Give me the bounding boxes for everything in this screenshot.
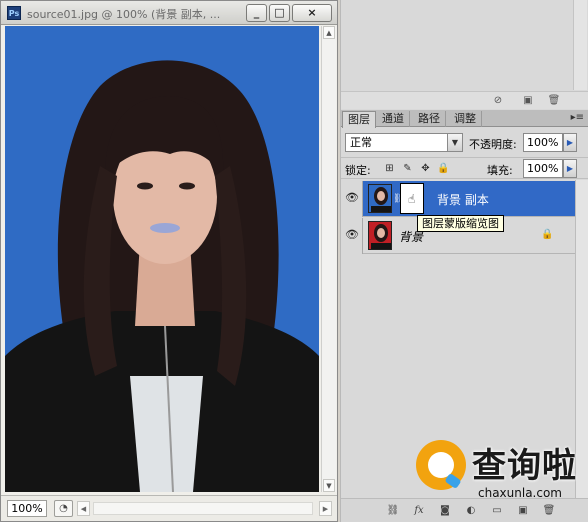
lock-label: 锁定: [345,164,371,177]
close-button[interactable]: × [292,4,332,22]
layer-thumbnail[interactable] [368,221,392,250]
blend-mode-select[interactable]: 正常 ▼ [345,133,463,152]
document-title: source01.jpg @ 100% (背景 副本, ... [27,8,221,21]
tab-paths[interactable]: 路径 [413,111,446,127]
scroll-right-arrow-icon[interactable]: ▶ [319,501,332,516]
scroll-up-arrow-icon[interactable]: ▲ [323,26,335,39]
tab-adjustments[interactable]: 调整 [449,111,482,127]
document-status-bar: 100% ◔ ◀ ▶ [1,495,337,521]
portrait-thumbnail-icon [369,222,391,249]
maximize-button[interactable]: □ [269,4,290,22]
canvas-vertical-scrollbar[interactable]: ▲ ▼ [321,26,336,492]
layer-lock-icon: 🔒 [541,229,554,240]
layer-thumbnail[interactable] [368,184,392,213]
layer-row-background-copy[interactable]: 👁 ⛓ ☝ 背景 副本 [341,181,575,217]
panel-menu-icon[interactable]: ▸≡ [571,112,584,123]
lock-transparency-icon[interactable]: ⊞ [383,162,396,175]
photoshop-app-icon: Ps [7,6,21,20]
fill-slider-arrow-icon[interactable]: ▶ [563,159,577,178]
fill-label: 填充: [487,164,513,177]
minimize-button[interactable]: _ [246,4,267,22]
document-info-icon[interactable]: ◔ [54,500,73,517]
link-layers-icon[interactable]: ⛓ [385,503,401,519]
chevron-down-icon[interactable]: ▼ [447,134,462,151]
clear-icon[interactable]: ⊘ [491,94,505,108]
fill-field[interactable]: 100% [523,159,563,178]
opacity-label: 不透明度: [469,138,517,151]
canvas-horizontal-scrollbar[interactable] [93,502,313,515]
tooltip: 图层蒙版缩览图 [417,215,504,232]
watermark: 查询啦 chaxunla.com [412,436,588,516]
lock-position-icon[interactable]: ✥ [419,162,432,175]
blend-mode-value: 正常 [350,136,372,149]
opacity-slider-arrow-icon[interactable]: ▶ [563,133,577,152]
new-item-icon[interactable]: ▣ [521,94,535,108]
scroll-down-arrow-icon[interactable]: ▼ [323,479,335,492]
document-window: Ps source01.jpg @ 100% (背景 副本, ... _ □ × [0,0,338,522]
zoom-level-field[interactable]: 100% [7,500,47,517]
portrait-thumbnail-icon [369,185,391,212]
tab-layers[interactable]: 图层 [342,111,376,128]
document-titlebar[interactable]: Ps source01.jpg @ 100% (背景 副本, ... _ □ × [1,1,337,25]
image-canvas[interactable] [5,26,319,492]
panel-tabs: 图层 通道 路径 调整 ▸≡ [341,110,588,128]
watermark-url: chaxunla.com [478,486,562,500]
eye-icon[interactable]: 👁 [344,191,360,205]
scroll-left-arrow-icon[interactable]: ◀ [77,501,90,516]
lock-pixels-icon[interactable]: ✎ [401,162,414,175]
trash-icon[interactable]: 🗑 [547,94,561,108]
chaxunla-logo-icon [416,440,466,490]
eye-icon[interactable]: 👁 [344,228,360,242]
upper-panel: ⊘ ▣ 🗑 [340,0,588,110]
visibility-column: 👁 [341,218,363,254]
lock-all-icon[interactable]: 🔒 [437,162,450,175]
opacity-field[interactable]: 100% [523,133,563,152]
layer-mask-thumbnail[interactable]: ☝ [400,183,424,214]
watermark-brand: 查询啦 [472,446,577,486]
layer-name[interactable]: 背景 副本 [437,191,489,208]
upper-panel-scrollbar[interactable] [573,0,587,90]
tab-channels[interactable]: 通道 [377,111,410,127]
lock-row: 锁定: ⊞ ✎ ✥ 🔒 填充: 100% ▶ [341,157,588,179]
upper-panel-toolbar: ⊘ ▣ 🗑 [341,91,588,109]
hand-cursor-icon: ☝ [408,192,416,206]
visibility-column: 👁 [341,181,363,217]
portrait-image [5,26,319,492]
